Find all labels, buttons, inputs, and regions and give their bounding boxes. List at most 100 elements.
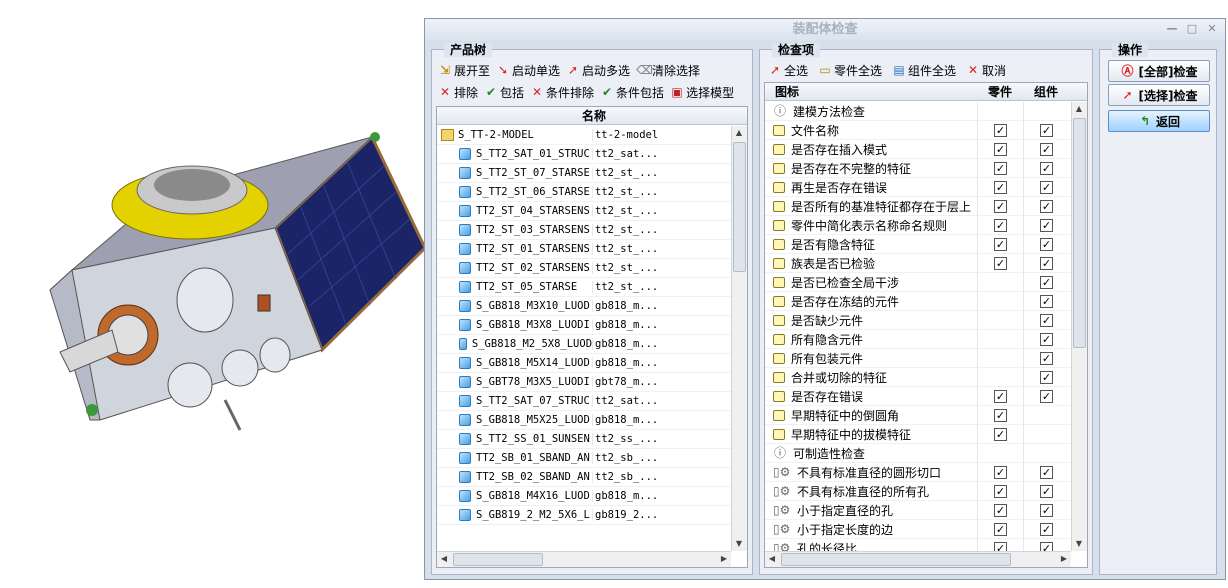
- assembly-checkbox[interactable]: ✓: [1040, 142, 1053, 156]
- check-item-row[interactable]: ▯⚙ 不具有标准直径的圆形切口 ✓ ✓: [765, 462, 1071, 482]
- check-item-row[interactable]: 所有隐含元件 ✓: [765, 329, 1071, 349]
- part-checkbox[interactable]: ✓: [994, 408, 1007, 422]
- check-item-row[interactable]: 族表是否已检验 ✓ ✓: [765, 253, 1071, 273]
- tree-row[interactable]: TT2_ST_01_STARSENS tt2_st_...: [437, 240, 731, 259]
- assembly-checkbox[interactable]: ✓: [1040, 351, 1053, 365]
- assembly-checkbox[interactable]: ✓: [1040, 370, 1053, 384]
- tree-row[interactable]: S_GB819_2_M2_5X6_L gb819_2...: [437, 506, 731, 525]
- tree-row[interactable]: TT2_ST_05_STARSE tt2_st_...: [437, 278, 731, 297]
- check-item-row[interactable]: ▯⚙ 不具有标准直径的所有孔 ✓ ✓: [765, 481, 1071, 501]
- part-checkbox[interactable]: ✓: [994, 123, 1007, 137]
- check-item-row[interactable]: 是否存在冻结的元件 ✓: [765, 291, 1071, 311]
- check-selected-button[interactable]: ➚ [选择]检查: [1108, 84, 1210, 106]
- check-item-row[interactable]: 再生是否存在错误 ✓ ✓: [765, 177, 1071, 197]
- select-all-assemblies-button[interactable]: ▤ 组件全选: [892, 62, 956, 79]
- tree-horizontal-scrollbar[interactable]: ◀ ▶: [437, 551, 731, 567]
- single-select-button[interactable]: ➘ 启动单选: [496, 62, 560, 79]
- check-item-row[interactable]: 是否所有的基准特征都存在于层上 ✓ ✓: [765, 196, 1071, 216]
- minimize-icon[interactable]: —: [1165, 22, 1179, 36]
- part-checkbox[interactable]: ✓: [994, 522, 1007, 536]
- satellite-3d-model-view[interactable]: [0, 0, 424, 588]
- part-checkbox[interactable]: ✓: [994, 427, 1007, 441]
- assembly-checkbox[interactable]: ✓: [1040, 313, 1053, 327]
- tree-row[interactable]: S_TT2_SAT_01_STRUC tt2_sat...: [437, 145, 731, 164]
- assembly-checkbox[interactable]: ✓: [1040, 522, 1053, 536]
- check-item-row[interactable]: 零件中简化表示名称命名规则 ✓ ✓: [765, 215, 1071, 235]
- check-item-row[interactable]: ▯⚙ 小于指定长度的边 ✓ ✓: [765, 519, 1071, 539]
- cancel-button[interactable]: ✕ 取消: [966, 62, 1006, 79]
- check-item-row[interactable]: 是否存在不完整的特征 ✓ ✓: [765, 158, 1071, 178]
- assembly-checkbox[interactable]: ✓: [1040, 389, 1053, 403]
- check-item-row[interactable]: 是否存在插入模式 ✓ ✓: [765, 139, 1071, 159]
- select-all-parts-button[interactable]: ▭ 零件全选: [818, 62, 882, 79]
- check-horizontal-scrollbar[interactable]: ◀ ▶: [765, 551, 1071, 567]
- part-checkbox[interactable]: ✓: [994, 484, 1007, 498]
- tree-row[interactable]: S_TT2_SS_01_SUNSEN tt2_ss_...: [437, 430, 731, 449]
- assembly-checkbox[interactable]: ✓: [1040, 484, 1053, 498]
- part-checkbox[interactable]: ✓: [994, 142, 1007, 156]
- check-item-row[interactable]: 是否缺少元件 ✓: [765, 310, 1071, 330]
- exclude-button[interactable]: ✕ 排除: [438, 84, 478, 101]
- assembly-checkbox[interactable]: ✓: [1040, 123, 1053, 137]
- check-item-row[interactable]: 文件名称 ✓ ✓: [765, 120, 1071, 140]
- check-item-row[interactable]: ▯⚙ 小于指定直径的孔 ✓ ✓: [765, 500, 1071, 520]
- tree-row[interactable]: S_TT2_ST_07_STARSE tt2_st_...: [437, 164, 731, 183]
- check-vertical-scrollbar[interactable]: ▲ ▼: [1071, 102, 1087, 551]
- part-checkbox[interactable]: ✓: [994, 180, 1007, 194]
- assembly-checkbox[interactable]: ✓: [1040, 256, 1053, 270]
- tree-row[interactable]: TT2_ST_03_STARSENS tt2_st_...: [437, 221, 731, 240]
- tree-row[interactable]: S_TT-2-MODEL tt-2-model: [437, 126, 731, 145]
- assembly-checkbox[interactable]: ✓: [1040, 503, 1053, 517]
- check-item-row[interactable]: 所有包装元件 ✓: [765, 348, 1071, 368]
- conditional-exclude-button[interactable]: ✕ 条件排除: [530, 84, 594, 101]
- assembly-checkbox[interactable]: ✓: [1040, 237, 1053, 251]
- tree-row[interactable]: S_GB818_M3X10_LUOD gb818_m...: [437, 297, 731, 316]
- clear-selection-button[interactable]: ⌫ 清除选择: [636, 62, 700, 79]
- tree-row[interactable]: S_GB818_M5X14_LUOD gb818_m...: [437, 354, 731, 373]
- select-all-button[interactable]: ➚ 全选: [768, 62, 808, 79]
- assembly-checkbox[interactable]: ✓: [1040, 275, 1053, 289]
- check-item-row[interactable]: 是否存在错误 ✓ ✓: [765, 386, 1071, 406]
- tree-row[interactable]: S_GBT78_M3X5_LUODI gbt78_m...: [437, 373, 731, 392]
- check-item-row[interactable]: 早期特征中的倒圆角 ✓: [765, 405, 1071, 425]
- close-icon[interactable]: ✕: [1205, 22, 1219, 36]
- include-button[interactable]: ✔ 包括: [484, 84, 524, 101]
- part-checkbox[interactable]: ✓: [994, 389, 1007, 403]
- assembly-checkbox[interactable]: ✓: [1040, 465, 1053, 479]
- tree-row[interactable]: TT2_SB_01_SBAND_AN tt2_sb_...: [437, 449, 731, 468]
- assembly-checkbox[interactable]: ✓: [1040, 180, 1053, 194]
- tree-row[interactable]: S_TT2_SAT_07_STRUC tt2_sat...: [437, 392, 731, 411]
- tree-row[interactable]: S_TT2_ST_06_STARSE tt2_st_...: [437, 183, 731, 202]
- part-checkbox[interactable]: ✓: [994, 541, 1007, 551]
- expand-to-button[interactable]: ⇲ 展开至: [438, 62, 490, 79]
- check-all-button[interactable]: Ⓐ [全部]检查: [1108, 60, 1210, 82]
- part-checkbox[interactable]: ✓: [994, 256, 1007, 270]
- maximize-icon[interactable]: □: [1185, 22, 1199, 36]
- conditional-include-button[interactable]: ✔ 条件包括: [600, 84, 664, 101]
- part-checkbox[interactable]: ✓: [994, 465, 1007, 479]
- return-button[interactable]: ↰ 返回: [1108, 110, 1210, 132]
- multi-select-button[interactable]: ➚ 启动多选: [566, 62, 630, 79]
- tree-row[interactable]: TT2_ST_04_STARSENS tt2_st_...: [437, 202, 731, 221]
- part-checkbox[interactable]: ✓: [994, 199, 1007, 213]
- assembly-checkbox[interactable]: ✓: [1040, 332, 1053, 346]
- check-item-row[interactable]: 是否已检查全局干涉 ✓: [765, 272, 1071, 292]
- check-item-row[interactable]: 是否有隐含特征 ✓ ✓: [765, 234, 1071, 254]
- tree-vertical-scrollbar[interactable]: ▲ ▼: [731, 126, 747, 551]
- check-item-row[interactable]: 合并或切除的特征 ✓: [765, 367, 1071, 387]
- tree-row[interactable]: S_GB818_M2_5X8_LUOD gb818_m...: [437, 335, 731, 354]
- check-item-row[interactable]: 早期特征中的拔模特征 ✓: [765, 424, 1071, 444]
- part-checkbox[interactable]: ✓: [994, 237, 1007, 251]
- part-checkbox[interactable]: ✓: [994, 218, 1007, 232]
- check-item-row[interactable]: ▯⚙ 孔的长径比 ✓ ✓: [765, 538, 1071, 551]
- assembly-checkbox[interactable]: ✓: [1040, 161, 1053, 175]
- part-checkbox[interactable]: ✓: [994, 161, 1007, 175]
- select-model-button[interactable]: ▣ 选择模型: [670, 84, 734, 101]
- assembly-checkbox[interactable]: ✓: [1040, 199, 1053, 213]
- check-group-row[interactable]: ⓘ 可制造性检查: [765, 443, 1071, 463]
- check-group-row[interactable]: ⓘ 建模方法检查: [765, 102, 1071, 121]
- assembly-checkbox[interactable]: ✓: [1040, 294, 1053, 308]
- tree-row[interactable]: S_GB818_M3X8_LUODI gb818_m...: [437, 316, 731, 335]
- part-checkbox[interactable]: ✓: [994, 503, 1007, 517]
- tree-row[interactable]: S_GB818_M5X25_LUOD gb818_m...: [437, 411, 731, 430]
